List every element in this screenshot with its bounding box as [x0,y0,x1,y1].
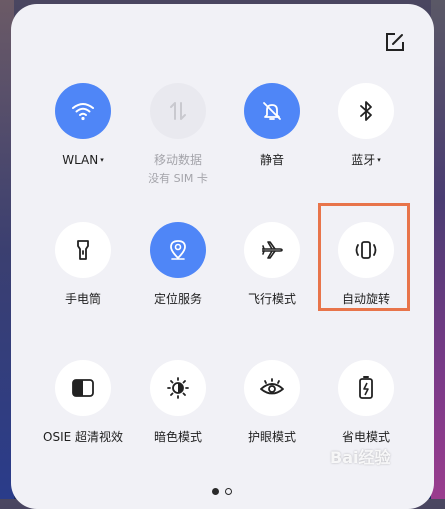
airplane-toggle[interactable] [244,222,300,278]
bluetooth-icon [360,101,372,121]
watermark-logo: Bai经验 [330,448,391,467]
bell-off-icon [263,102,281,120]
mobile-data-toggle[interactable] [150,83,206,139]
page-indicator [212,488,232,495]
tile-wlan[interactable]: WLAN ▾ [38,83,128,167]
dark-mode-icon [167,377,189,399]
tile-osie[interactable]: OSIE 超清视效 [38,360,128,444]
eye-care-toggle[interactable] [244,360,300,416]
bluetooth-toggle[interactable] [338,83,394,139]
tile-airplane[interactable]: 飞行模式 [227,222,317,306]
edit-tiles-button[interactable] [384,31,406,53]
eye-icon [260,378,284,395]
tile-label: WLAN ▾ [62,153,104,167]
wifi-icon [72,103,94,121]
chevron-down-icon[interactable]: ▾ [100,156,104,164]
tile-label: OSIE 超清视效 [43,430,123,444]
mobile-data-icon [170,102,186,120]
chevron-down-icon[interactable]: ▾ [377,156,381,164]
tile-mobile-data[interactable]: 移动数据 没有 SIM 卡 [133,83,223,185]
tile-flashlight[interactable]: 手电筒 [38,222,128,306]
tile-eye-care[interactable]: 护眼模式 [227,360,317,444]
silent-toggle[interactable] [244,83,300,139]
flashlight-toggle[interactable] [55,222,111,278]
page-dot-active[interactable] [212,488,219,495]
dark-mode-toggle[interactable] [150,360,206,416]
contrast-icon [72,379,94,397]
tile-label: 飞行模式 [247,292,296,306]
tile-label: 蓝牙 ▾ [351,153,381,167]
flashlight-icon [77,240,89,260]
tile-label: 暗色模式 [153,430,202,444]
tile-label: 手电筒 [64,292,101,306]
tile-label: 省电模式 [341,430,390,444]
wifi-toggle[interactable] [55,83,111,139]
battery-saver-toggle[interactable] [338,360,394,416]
osie-toggle[interactable] [55,360,111,416]
location-icon [170,240,186,260]
tile-silent[interactable]: 静音 [227,83,317,167]
battery-saver-icon [359,376,373,399]
tile-dark-mode[interactable]: 暗色模式 [133,360,223,444]
location-toggle[interactable] [150,222,206,278]
tile-label: 静音 [259,153,284,167]
tile-label: 护眼模式 [247,430,296,444]
page-dot[interactable] [225,488,232,495]
tile-location[interactable]: 定位服务 [133,222,223,306]
airplane-icon [262,241,283,259]
tile-bluetooth[interactable]: 蓝牙 ▾ [321,83,411,167]
edit-icon [386,33,404,51]
tile-sublabel: 没有 SIM 卡 [148,172,208,185]
tile-battery-saver[interactable]: 省电模式 [321,360,411,444]
tile-label: 定位服务 [153,292,202,306]
tile-label: 移动数据 [153,153,202,167]
highlight-box [318,203,410,311]
